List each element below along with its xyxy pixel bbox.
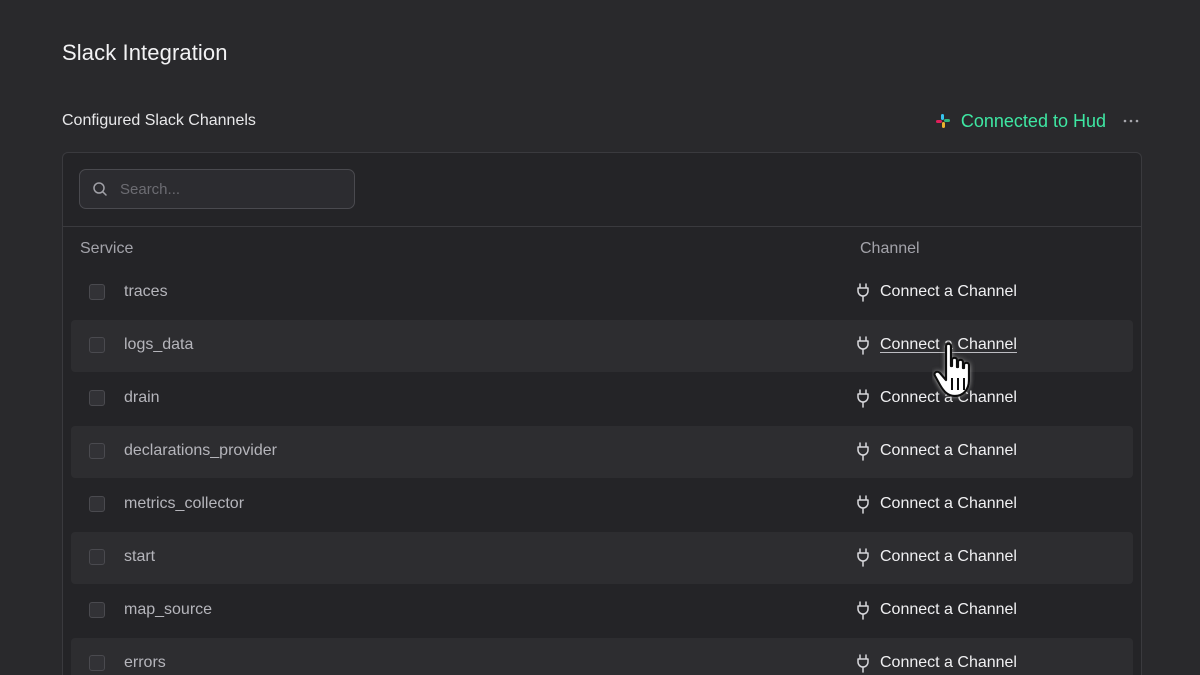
service-name: errors <box>124 654 166 671</box>
service-name: start <box>124 548 156 565</box>
service-name: logs_data <box>124 336 194 353</box>
plug-icon <box>857 601 869 620</box>
service-name: declarations_provider <box>124 442 277 459</box>
slack-logo-icon <box>935 114 950 128</box>
service-name: map_source <box>124 601 213 618</box>
page-title: Slack Integration <box>62 40 228 65</box>
row-checkbox[interactable] <box>89 284 105 300</box>
table-row: traces Connect a Channel <box>71 267 1133 319</box>
table-header: Service Channel <box>63 227 1141 267</box>
table-row: metrics_collector Connect a Channel <box>71 479 1133 531</box>
connect-channel-link[interactable]: Connect a Channel <box>856 282 1017 302</box>
row-checkbox[interactable] <box>89 443 105 459</box>
connect-channel-link[interactable]: Connect a Channel <box>856 547 1017 567</box>
table-row: drain Connect a Channel <box>71 373 1133 425</box>
channel-label: Connect a Channel <box>880 495 1017 512</box>
search-input[interactable] <box>118 179 354 199</box>
table-row: errors Connect a Channel <box>71 638 1133 675</box>
column-header-channel: Channel <box>860 240 920 257</box>
search-icon <box>93 182 107 196</box>
channel-label: Connect a Channel <box>880 601 1017 618</box>
column-header-service: Service <box>80 240 134 257</box>
row-checkbox[interactable] <box>89 655 105 671</box>
ellipsis-icon <box>1123 119 1139 123</box>
connect-channel-link[interactable]: Connect a Channel <box>856 653 1017 673</box>
connect-channel-link[interactable]: Connect a Channel <box>856 494 1017 514</box>
header-right: Connected to Hud <box>935 110 1142 132</box>
row-checkbox[interactable] <box>89 496 105 512</box>
connection-status: Connected to Hud <box>960 110 1106 131</box>
channel-label: Connect a Channel <box>880 389 1017 406</box>
connect-channel-link[interactable]: Connect a Channel <box>856 388 1017 408</box>
channel-label: Connect a Channel <box>880 336 1017 353</box>
service-name: traces <box>124 283 168 300</box>
table-row: map_source Connect a Channel <box>71 585 1133 637</box>
row-checkbox[interactable] <box>89 390 105 406</box>
channel-label: Connect a Channel <box>880 548 1017 565</box>
page: Slack Integration Configured Slack Chann… <box>0 0 1200 675</box>
channel-label: Connect a Channel <box>880 442 1017 459</box>
plug-icon <box>857 548 869 567</box>
plug-icon <box>857 495 869 514</box>
plug-icon <box>857 442 869 461</box>
plug-icon <box>857 336 869 355</box>
table-row: logs_data Connect a Channel <box>71 320 1133 372</box>
channel-label: Connect a Channel <box>880 654 1017 671</box>
section-title: Configured Slack Channels <box>62 112 256 129</box>
row-checkbox[interactable] <box>89 337 105 353</box>
plug-icon <box>857 389 869 408</box>
connect-channel-link[interactable]: Connect a Channel <box>856 441 1017 461</box>
row-checkbox[interactable] <box>89 602 105 618</box>
plug-icon <box>857 283 869 302</box>
more-options-button[interactable] <box>1120 110 1142 132</box>
row-checkbox[interactable] <box>89 549 105 565</box>
table-row: start Connect a Channel <box>71 532 1133 584</box>
connect-channel-link[interactable]: Connect a Channel <box>856 600 1017 620</box>
service-name: drain <box>124 389 160 406</box>
plug-icon <box>857 654 869 673</box>
search-bar-area <box>63 153 1141 227</box>
table-body: traces Connect a Channel logs_data Conne… <box>63 267 1141 675</box>
table-row: declarations_provider Connect a Channel <box>71 426 1133 478</box>
service-name: metrics_collector <box>124 495 245 512</box>
channel-label: Connect a Channel <box>880 283 1017 300</box>
section-header: Configured Slack Channels Connected to H… <box>62 108 1142 134</box>
search-box[interactable] <box>79 169 355 209</box>
connect-channel-link[interactable]: Connect a Channel <box>856 335 1017 355</box>
channels-panel: Service Channel traces Connect a Channel… <box>62 152 1142 675</box>
